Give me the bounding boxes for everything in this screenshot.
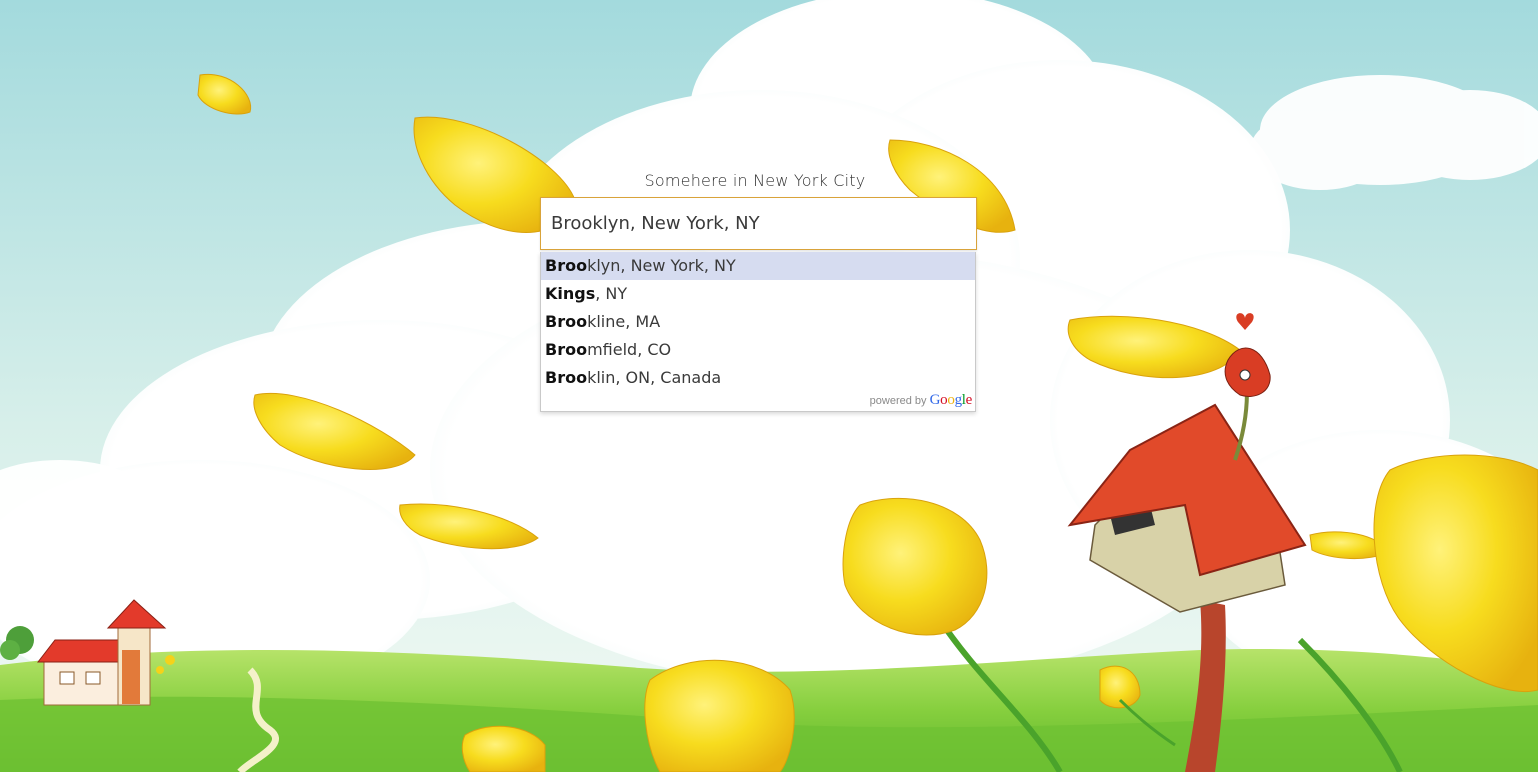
suggestion-rest: klyn, New York, NY: [587, 256, 736, 275]
suggestion-item[interactable]: Brookline, MA: [541, 308, 975, 336]
google-logo-letter: G: [929, 392, 941, 408]
powered-by-google-attribution: powered by Google: [869, 391, 973, 409]
suggestion-match: Broo: [545, 312, 588, 331]
autocomplete-dropdown: Brooklyn, New York, NY Kings, NY Brookli…: [540, 252, 976, 412]
suggestion-item[interactable]: Kings, NY: [541, 280, 975, 308]
google-logo-letter: g: [954, 392, 963, 408]
suggestion-rest: mfield, CO: [587, 340, 672, 359]
google-logo: Google: [929, 392, 973, 408]
suggestion-item[interactable]: Brooklyn, New York, NY: [541, 252, 975, 280]
google-logo-letter: e: [965, 392, 973, 408]
suggestion-match: Broo: [545, 368, 588, 387]
search-heading: Somehere in New York City: [644, 171, 866, 190]
suggestion-match: Kings: [545, 284, 596, 303]
suggestion-rest: klin, ON, Canada: [587, 368, 722, 387]
suggestion-rest: , NY: [595, 284, 628, 303]
suggestion-match: Broo: [545, 340, 588, 359]
suggestion-item[interactable]: Broomfield, CO: [541, 336, 975, 364]
location-search-input[interactable]: [540, 197, 977, 250]
suggestion-match: Broo: [545, 256, 588, 275]
powered-by-text: powered by: [869, 395, 927, 407]
google-logo-letter: o: [947, 392, 955, 408]
suggestion-rest: kline, MA: [587, 312, 661, 331]
suggestion-item[interactable]: Brooklin, ON, Canada: [541, 364, 975, 392]
